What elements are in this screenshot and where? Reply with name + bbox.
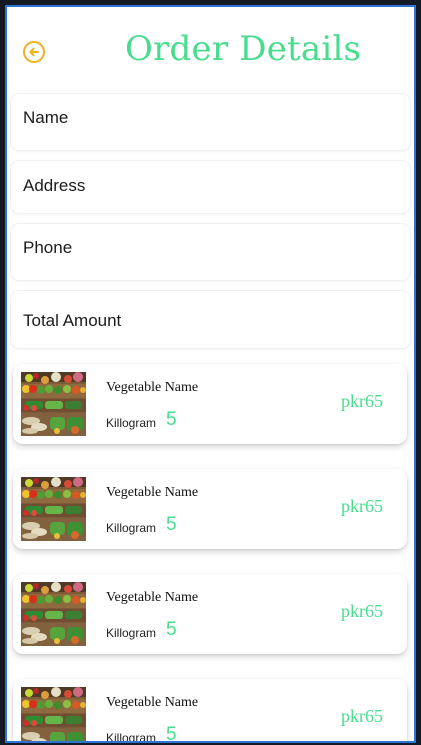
item-name: Vegetable Name xyxy=(106,695,199,710)
app-screen: Order Details Name Address Phone Total A… xyxy=(5,5,416,743)
name-label: Name xyxy=(23,108,69,127)
total-amount-label: Total Amount xyxy=(23,311,122,330)
vegetable-image xyxy=(21,687,86,741)
vegetable-image xyxy=(21,477,86,541)
item-quantity: 5 xyxy=(166,619,177,640)
vegetable-image xyxy=(21,372,86,436)
order-item-card[interactable]: Vegetable Name Killogram 5 pkr65 xyxy=(13,469,407,549)
unit-label: Killogram xyxy=(106,416,157,430)
address-label: Address xyxy=(23,176,86,195)
unit-label: Killogram xyxy=(106,626,157,640)
item-price: pkr65 xyxy=(341,706,383,726)
phone-label: Phone xyxy=(23,238,73,257)
vegetable-image xyxy=(21,582,86,646)
item-price: pkr65 xyxy=(341,496,383,516)
header: Order Details xyxy=(7,7,414,95)
order-item-card[interactable]: Vegetable Name Killogram 5 pkr65 xyxy=(13,364,407,444)
item-name: Vegetable Name xyxy=(106,485,199,500)
item-price: pkr65 xyxy=(341,601,383,621)
order-item-card[interactable]: Vegetable Name Killogram 5 pkr65 xyxy=(13,574,407,654)
item-quantity: 5 xyxy=(166,724,177,743)
arrow-left-circle-icon xyxy=(29,47,39,57)
unit-label: Killogram xyxy=(106,521,157,535)
back-button[interactable] xyxy=(23,41,45,63)
name-field[interactable]: Name xyxy=(11,94,410,150)
item-name: Vegetable Name xyxy=(106,380,199,395)
address-field[interactable]: Address xyxy=(11,161,410,213)
unit-label: Killogram xyxy=(106,731,157,743)
phone-field[interactable]: Phone xyxy=(11,224,410,280)
page-title: Order Details xyxy=(125,29,362,69)
total-amount-field[interactable]: Total Amount xyxy=(11,291,410,348)
item-price: pkr65 xyxy=(341,391,383,411)
item-name: Vegetable Name xyxy=(106,590,199,605)
item-quantity: 5 xyxy=(166,409,177,430)
item-quantity: 5 xyxy=(166,514,177,535)
order-item-card[interactable]: Vegetable Name Killogram 5 pkr65 xyxy=(13,679,407,743)
